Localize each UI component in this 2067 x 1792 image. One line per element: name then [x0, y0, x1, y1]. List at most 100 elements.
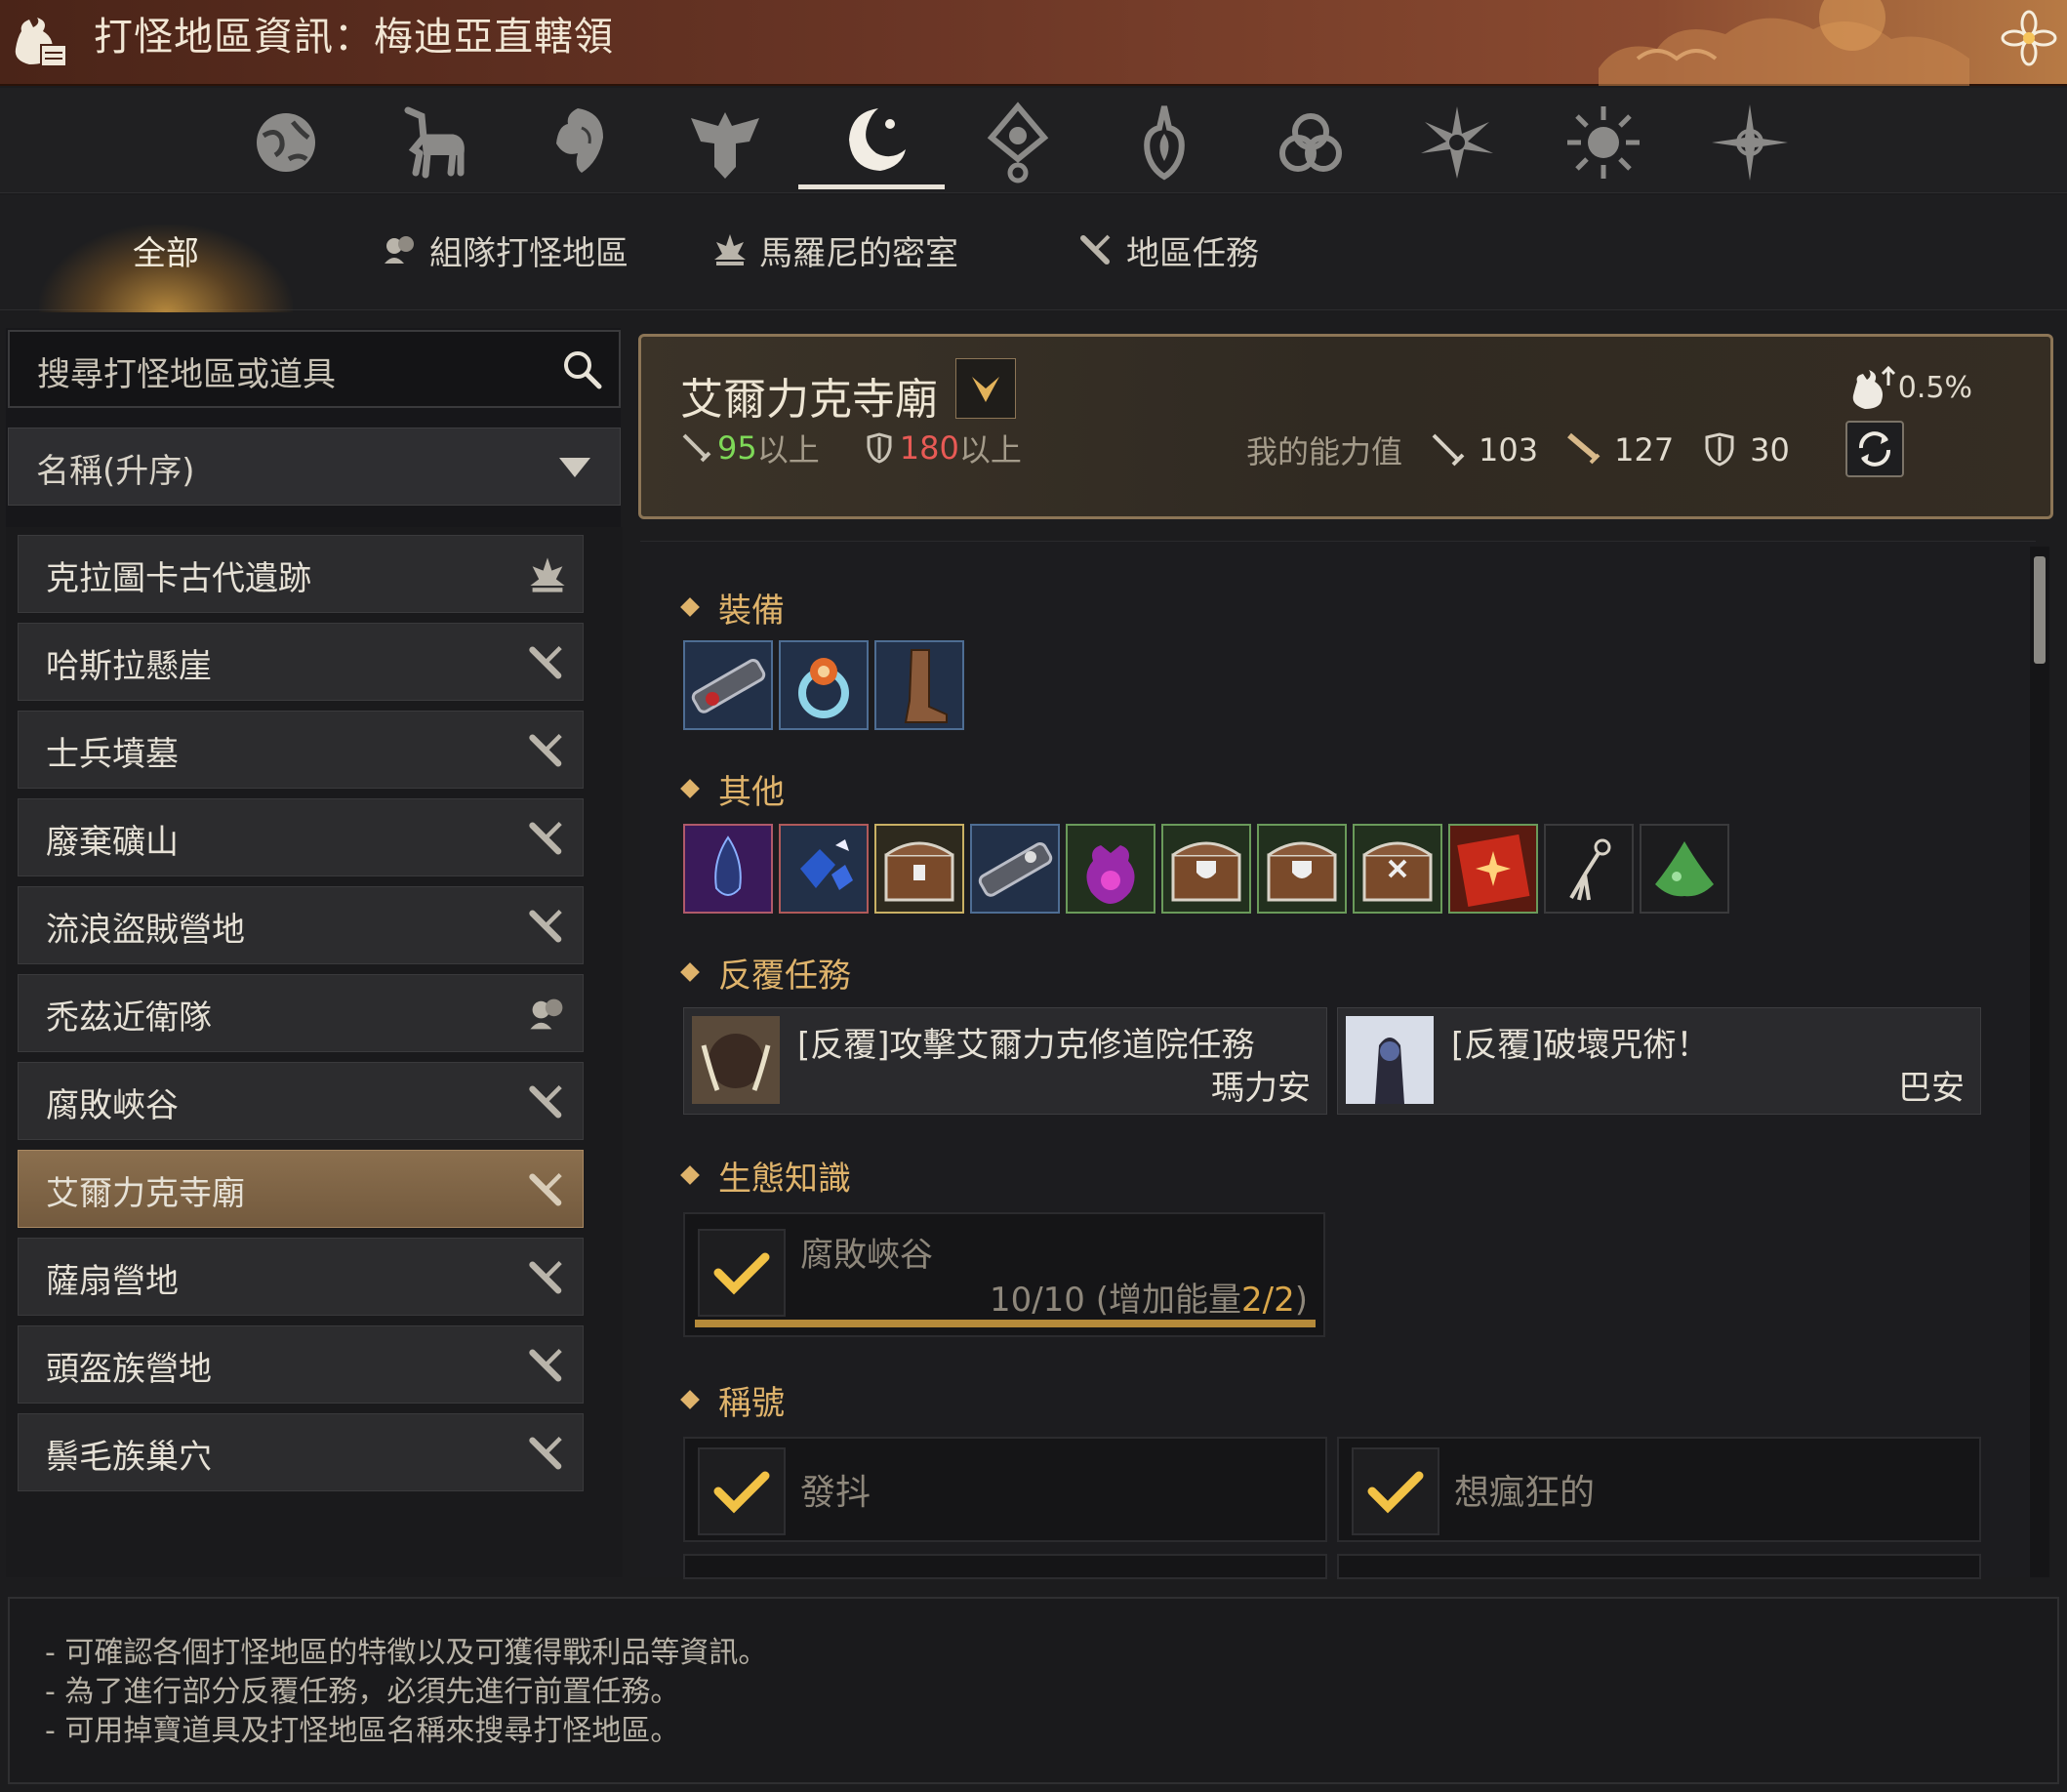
- zone-item[interactable]: 克拉圖卡古代遺跡: [18, 535, 584, 613]
- repeat-quest-card[interactable]: [反覆]破壞咒術！ 巴安: [1337, 1007, 1981, 1115]
- tab-all[interactable]: 全部: [133, 215, 199, 285]
- zone-item[interactable]: 士兵墳墓: [18, 711, 584, 789]
- item-slot[interactable]: [683, 640, 773, 730]
- item-slot[interactable]: [1066, 824, 1155, 914]
- quest-scroll-icon: [529, 1437, 562, 1470]
- category-flame[interactable]: [1091, 96, 1237, 189]
- zone-item[interactable]: 廢棄礦山: [18, 798, 584, 876]
- zone-item[interactable]: 禿茲近衛隊: [18, 974, 584, 1052]
- item-slot[interactable]: [1448, 824, 1538, 914]
- filter-tab-bar: 全部 組隊打怪地區 馬羅尼的密室 地區任務: [0, 195, 2067, 312]
- shield-icon: [1705, 432, 1734, 467]
- quest-scroll-icon: [529, 1261, 562, 1294]
- category-sun[interactable]: [1530, 96, 1677, 189]
- scrollbar-thumb[interactable]: [2034, 556, 2046, 664]
- quest-scroll-icon: [529, 646, 562, 679]
- sort-dropdown[interactable]: 名稱(升序): [8, 428, 621, 506]
- section-knowledge: 生態知識: [680, 1154, 851, 1199]
- search-icon[interactable]: [560, 347, 603, 390]
- info-line: - 為了進行部分反覆任務，必須先進行前置任務。: [45, 1675, 680, 1709]
- knowledge-card[interactable]: 腐敗峽谷 10/10 (增加能量2/2): [683, 1212, 1325, 1337]
- my-awakening-ap: 127: [1614, 431, 1675, 468]
- item-slot[interactable]: [874, 824, 964, 914]
- zone-item[interactable]: 哈斯拉懸崖: [18, 623, 584, 701]
- triquetra-icon: [1279, 113, 1342, 172]
- zone-name: 艾爾力克寺廟: [680, 375, 938, 425]
- category-moon[interactable]: [798, 96, 945, 189]
- title-name: 發抖: [800, 1473, 871, 1513]
- zone-item-selected[interactable]: 艾爾力克寺廟: [18, 1150, 584, 1228]
- zone-item[interactable]: 薩扇營地: [18, 1238, 584, 1316]
- category-eagle[interactable]: [652, 96, 798, 189]
- npc-portrait-marian: [692, 1016, 780, 1104]
- checkmark-icon: [698, 1229, 786, 1317]
- zone-item[interactable]: 流浪盜賊營地: [18, 886, 584, 964]
- tab-region-quests[interactable]: 地區任務: [1077, 215, 1259, 285]
- quest-scroll-icon: [529, 1349, 562, 1382]
- title-name: 想瘋狂的: [1454, 1473, 1596, 1513]
- info-box: - 可確認各個打怪地區的特徵以及可獲得戰利品等資訊。 - 為了進行部分反覆任務，…: [8, 1597, 2059, 1784]
- item-slot[interactable]: [1353, 824, 1442, 914]
- horse-icon: [404, 106, 465, 179]
- chevron-down-icon: [972, 377, 999, 402]
- belt-icon: [691, 659, 766, 713]
- info-line: - 可用掉寶道具及打怪地區名稱來搜尋打怪地區。: [45, 1714, 680, 1748]
- diamond-bullet-icon: [680, 779, 700, 798]
- zone-requirements: 95 以上 180 以上: [680, 428, 1022, 468]
- item-slot[interactable]: [683, 824, 773, 914]
- flower-close-icon[interactable]: [1999, 8, 2059, 68]
- awakening-sword-icon: [1567, 432, 1601, 465]
- item-slot[interactable]: [1544, 824, 1634, 914]
- crescent-moon-icon: [849, 107, 906, 171]
- boots-icon: [904, 649, 948, 723]
- tab-marni-lab[interactable]: 馬羅尼的密室: [710, 215, 958, 285]
- quest-title: [反覆]破壞咒術！: [1451, 1026, 1710, 1065]
- item-slot[interactable]: [1640, 824, 1729, 914]
- zone-item[interactable]: 頭盔族營地: [18, 1325, 584, 1404]
- repeat-quest-card[interactable]: [反覆]攻擊艾爾力克修道院任務 瑪力安: [683, 1007, 1327, 1115]
- chest-icon: [1267, 841, 1337, 902]
- diamond-bullet-icon: [680, 1390, 700, 1409]
- category-globe[interactable]: [213, 96, 359, 189]
- shield-icon: [867, 432, 892, 464]
- category-horse[interactable]: [359, 96, 506, 189]
- title-card[interactable]: 想瘋狂的: [1337, 1437, 1981, 1542]
- diamond-bullet-icon: [680, 962, 700, 982]
- section-repeat-quests: 反覆任務: [680, 951, 851, 996]
- required-dp: 180: [899, 429, 959, 467]
- black-stone-icon: [685, 826, 771, 912]
- zone-item[interactable]: 鬃毛族巢穴: [18, 1413, 584, 1491]
- title-card-partial[interactable]: [683, 1554, 1327, 1579]
- search-input[interactable]: 搜尋打怪地區或道具: [8, 330, 621, 408]
- category-triquetra[interactable]: [1237, 96, 1384, 189]
- pouch-icon: [1086, 845, 1135, 904]
- content-scrollbar[interactable]: [2030, 547, 2049, 1577]
- zone-dropdown-button[interactable]: [955, 358, 1016, 419]
- item-slot[interactable]: [970, 824, 1060, 914]
- flame-crest-icon: [1144, 105, 1185, 181]
- category-compass[interactable]: [1677, 96, 1823, 189]
- category-eye[interactable]: [945, 96, 1091, 189]
- section-titles: 稱號: [680, 1378, 785, 1423]
- zone-item[interactable]: 腐敗峽谷: [18, 1062, 584, 1140]
- item-slot[interactable]: [1257, 824, 1347, 914]
- title-card-partial[interactable]: [1337, 1554, 1981, 1579]
- quest-npc: 瑪力安: [1211, 1069, 1311, 1108]
- compass-star-icon: [1712, 104, 1788, 181]
- refresh-icon: [1859, 431, 1890, 467]
- drop-rate-bag-icon: [1852, 365, 1895, 409]
- zone-list: 克拉圖卡古代遺跡 哈斯拉懸崖 士兵墳墓 廢棄礦山 流浪盜賊營地 禿茲近衛隊 腐敗…: [6, 527, 623, 1577]
- title-card[interactable]: 發抖: [683, 1437, 1327, 1542]
- item-slot[interactable]: [874, 640, 964, 730]
- category-starburst[interactable]: [1384, 96, 1530, 189]
- tab-party-zones[interactable]: 組隊打怪地區: [381, 215, 628, 285]
- window-titlebar: 打怪地區資訊：梅迪亞直轄領: [0, 0, 2067, 86]
- item-slot[interactable]: [779, 824, 869, 914]
- refresh-button[interactable]: [1845, 421, 1904, 477]
- chest-icon: [884, 841, 954, 902]
- item-slot[interactable]: [779, 640, 869, 730]
- party-icon: [385, 236, 414, 264]
- category-lion[interactable]: [506, 96, 652, 189]
- item-slot[interactable]: [1161, 824, 1251, 914]
- diamond-bullet-icon: [680, 597, 700, 617]
